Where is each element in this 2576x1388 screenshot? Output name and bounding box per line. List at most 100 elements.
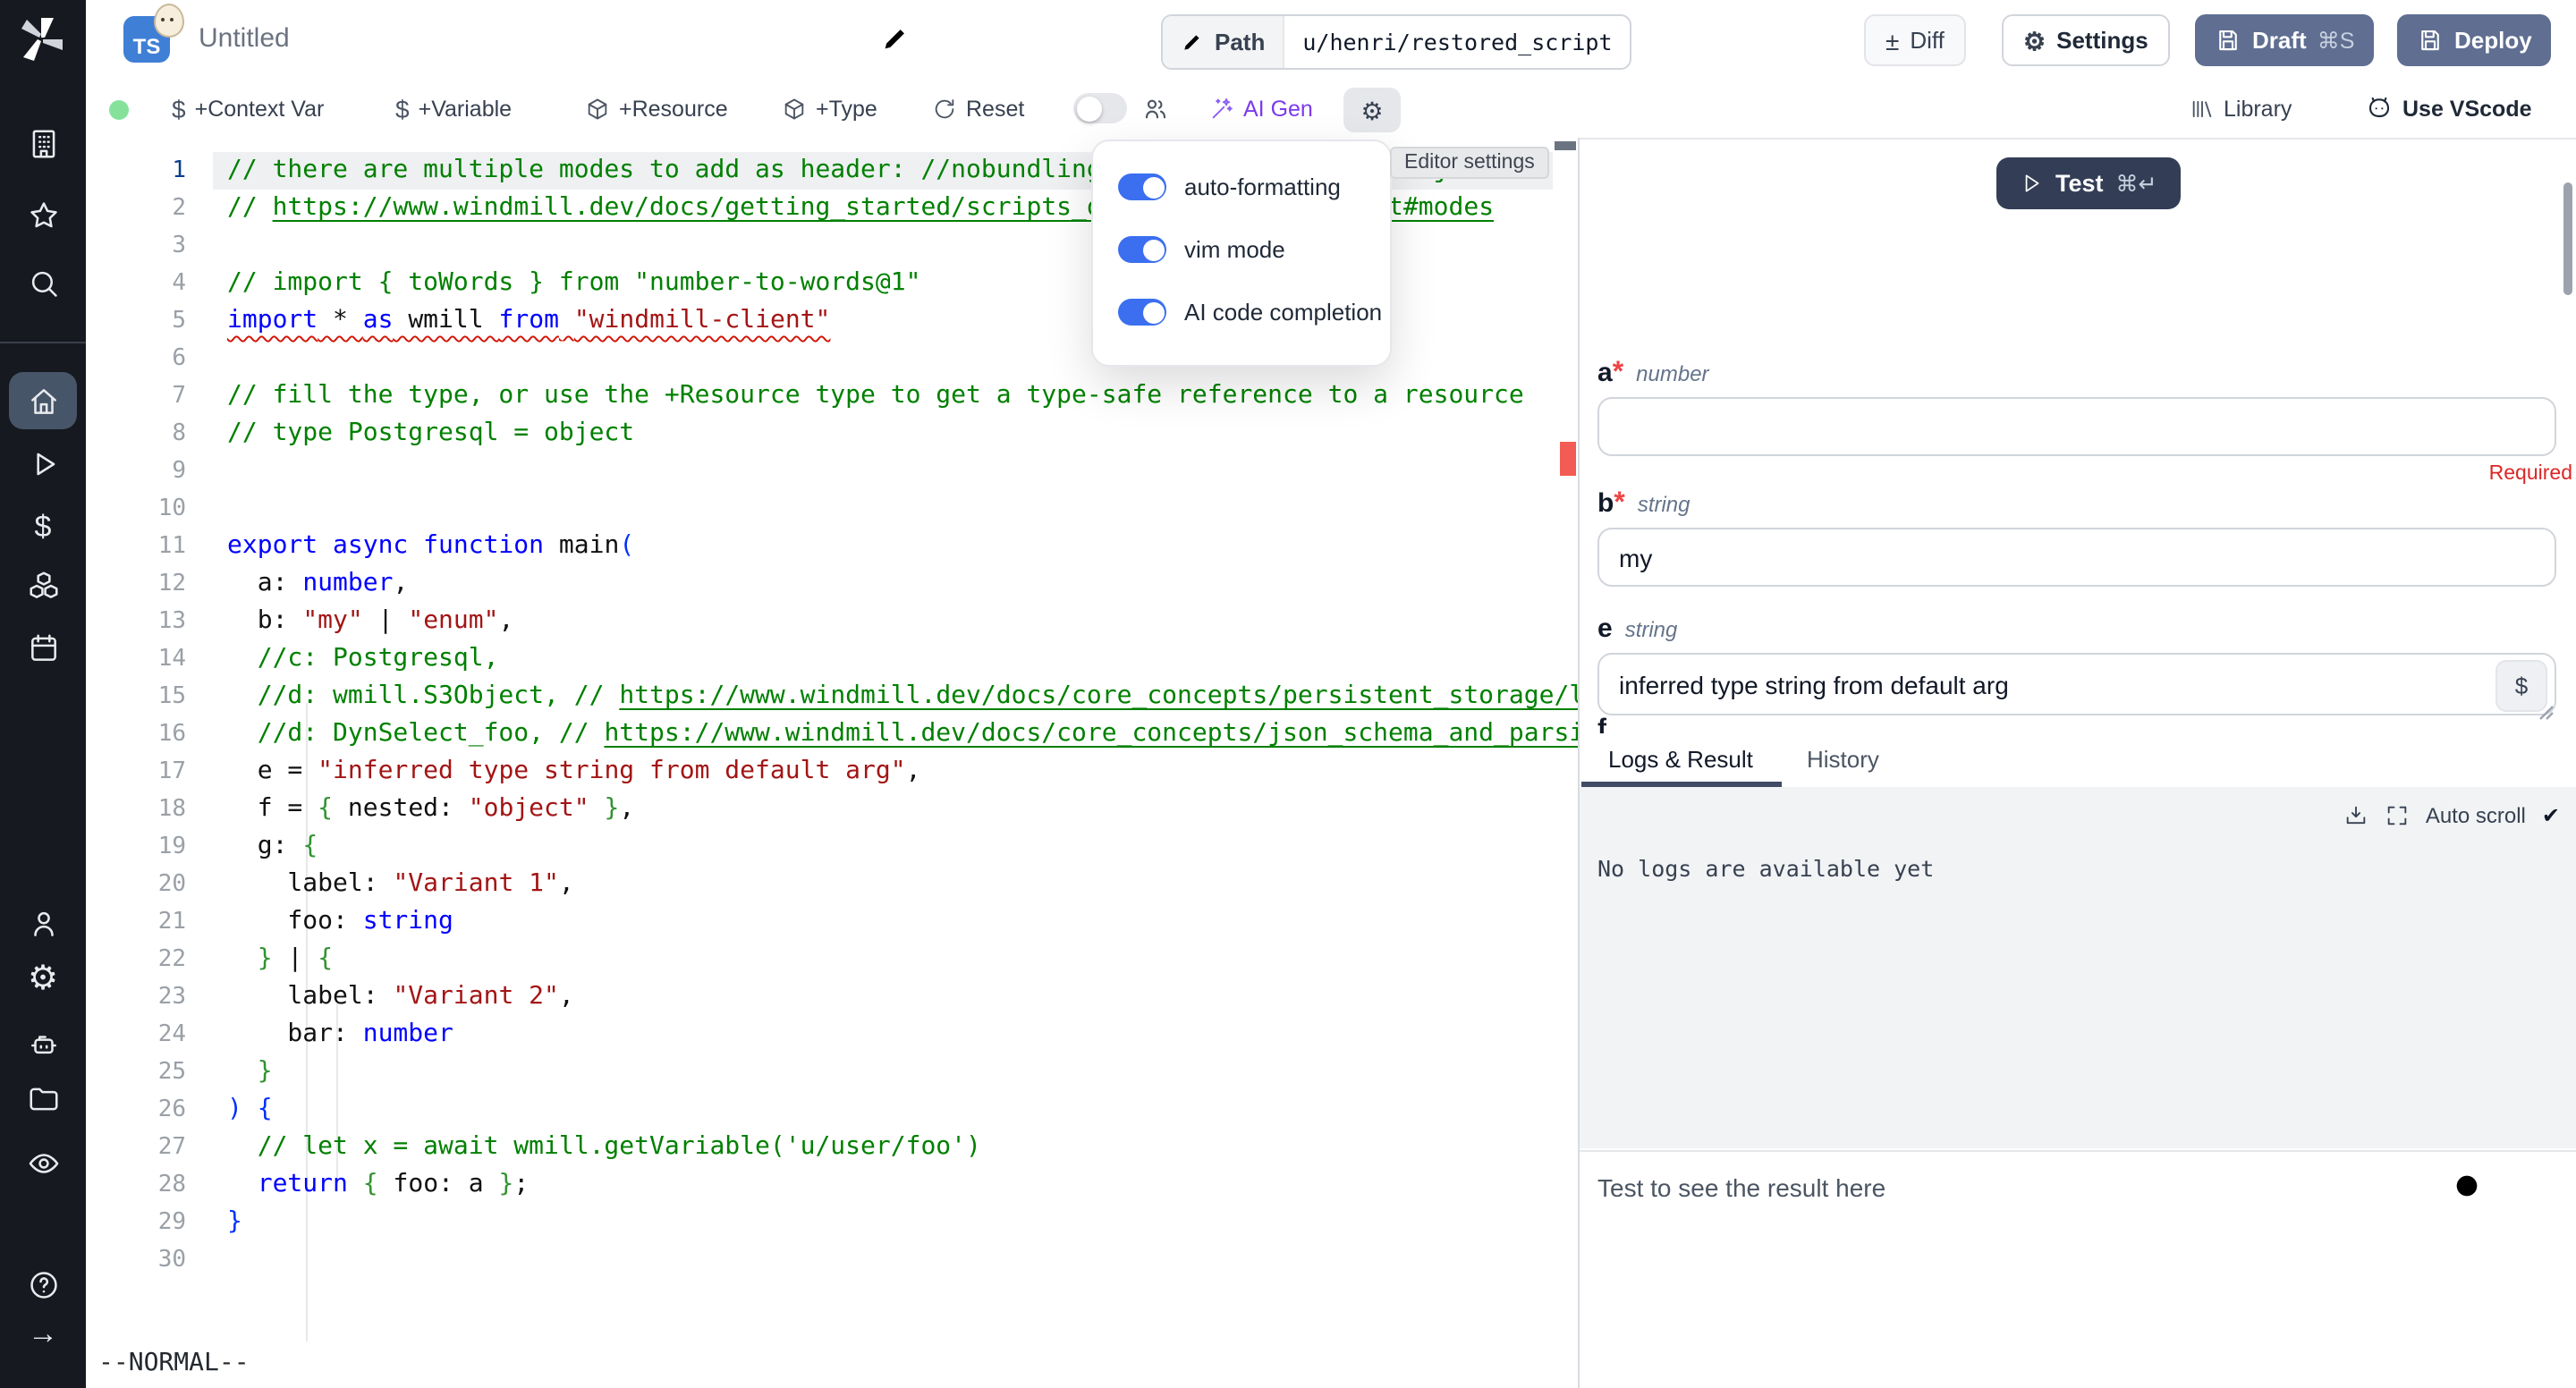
add-type-button[interactable]: +Type	[782, 79, 877, 138]
reset-button[interactable]: Reset	[932, 79, 1024, 138]
code-line[interactable]: import * as wmill from "windmill-client"	[227, 302, 830, 340]
vim-mode-toggle[interactable]	[1118, 236, 1166, 263]
calendar-icon	[26, 631, 60, 664]
code-line[interactable]: //d: DynSelect_foo, // https://www.windm…	[227, 715, 1580, 753]
b-input[interactable]	[1597, 528, 2556, 587]
test-button[interactable]: Test ⌘↵	[1996, 157, 2181, 209]
package-icon	[782, 96, 807, 121]
code-line[interactable]: }	[227, 1204, 242, 1241]
add-resource-button[interactable]: +Resource	[585, 79, 728, 138]
sidebar-item-variables[interactable]: $	[0, 501, 86, 554]
info-icon[interactable]	[2453, 1172, 2481, 1200]
code-line[interactable]: return { foo: a };	[227, 1166, 529, 1204]
sidebar-item-workspace[interactable]	[0, 116, 86, 170]
code-line[interactable]: ) {	[227, 1091, 273, 1129]
line-number: 18	[86, 791, 186, 828]
add-variable-button[interactable]: $ +Variable	[395, 79, 512, 138]
code-line[interactable]: g: {	[227, 828, 318, 866]
dollar-icon: $	[395, 94, 410, 123]
tab-history[interactable]: History	[1807, 733, 1879, 785]
auto-formatting-toggle[interactable]	[1118, 174, 1166, 200]
dollar-icon: $	[35, 510, 52, 546]
sidebar-item-runs[interactable]	[0, 436, 86, 490]
check-icon[interactable]: ✔	[2542, 803, 2560, 828]
a-input[interactable]	[1597, 397, 2556, 456]
script-title[interactable]: Untitled	[199, 23, 290, 54]
save-icon	[2215, 27, 2241, 54]
ai-gen-button[interactable]: AI Gen	[1209, 79, 1313, 138]
AI-code-completion-toggle[interactable]	[1118, 299, 1166, 326]
dollar-icon: $	[172, 94, 186, 123]
sidebar-item-home[interactable]	[0, 374, 86, 427]
toggle-label: vim mode	[1184, 236, 1285, 263]
code-line[interactable]: //c: Postgresql,	[227, 640, 498, 678]
deploy-button[interactable]: Deploy	[2397, 14, 2552, 66]
sidebar-item-users[interactable]	[0, 896, 86, 950]
sidebar-item-schedules[interactable]	[0, 621, 86, 674]
sidebar-item-workers[interactable]	[0, 1018, 86, 1071]
tab-logs-result[interactable]: Logs & Result	[1608, 733, 1753, 785]
home-icon	[26, 384, 60, 418]
arrow-right-icon: →	[28, 1316, 58, 1352]
code-line[interactable]: label: "Variant 1",	[227, 866, 574, 903]
code-line[interactable]: foo: string	[227, 903, 453, 941]
editor-scrollbar-thumb[interactable]	[1555, 141, 1576, 150]
line-number: 16	[86, 715, 186, 753]
settings-button[interactable]: ⚙ Settings	[2002, 14, 2170, 66]
code-line[interactable]: export async function main(	[227, 528, 634, 565]
line-number: 11	[86, 528, 186, 565]
sidebar-item-folders[interactable]	[0, 1071, 86, 1125]
line-number: 12	[86, 565, 186, 603]
sidebar-item-search[interactable]	[0, 256, 86, 309]
code-line[interactable]: // import { toWords } from "number-to-wo…	[227, 265, 920, 302]
draft-button[interactable]: Draft ⌘S	[2195, 14, 2374, 66]
collab-toggle[interactable]	[1073, 93, 1127, 123]
code-line[interactable]: a: number,	[227, 565, 408, 603]
code-line[interactable]: // let x = await wmill.getVariable('u/us…	[227, 1129, 981, 1166]
code-line[interactable]: label: "Variant 2",	[227, 978, 574, 1016]
code-line[interactable]: b: "my" | "enum",	[227, 603, 513, 640]
sidebar: $ ⚙ →	[0, 0, 86, 1388]
code-line[interactable]: // type Postgresql = object	[227, 415, 634, 453]
star-icon	[26, 198, 60, 232]
path-widget[interactable]: Path u/henri/restored_script	[1161, 14, 1631, 70]
use-vscode-button[interactable]: Use VScode	[2365, 79, 2532, 138]
form-scrollbar-thumb[interactable]	[2563, 182, 2572, 295]
line-number: 5	[86, 302, 186, 340]
line-number: 8	[86, 415, 186, 453]
code-line[interactable]: } | {	[227, 941, 333, 978]
line-number: 27	[86, 1129, 186, 1166]
code-line[interactable]: f = { nested: "object" },	[227, 791, 634, 828]
field-label-a: a*number	[1597, 358, 2556, 390]
expand-icon[interactable]	[2385, 803, 2410, 828]
add-context-var-button[interactable]: $ +Context Var	[172, 79, 324, 138]
library-icon	[2190, 96, 2215, 121]
refresh-icon	[932, 96, 957, 121]
sidebar-item-audit-logs[interactable]	[0, 1136, 86, 1189]
code-line[interactable]: //d: wmill.S3Object, // https://www.wind…	[227, 678, 1580, 715]
sidebar-item-help[interactable]	[0, 1257, 86, 1311]
sidebar-item-favorites[interactable]	[0, 188, 86, 241]
toggle-label: AI code completion	[1184, 299, 1382, 326]
code-line[interactable]: bar: number	[227, 1016, 453, 1054]
sidebar-expand-button[interactable]: →	[0, 1308, 86, 1361]
download-icon[interactable]	[2343, 803, 2368, 828]
e-input[interactable]	[1597, 653, 2556, 715]
line-number: 22	[86, 941, 186, 978]
collab-users-icon[interactable]	[1141, 79, 1170, 138]
diff-button[interactable]: ± Diff	[1864, 14, 1966, 66]
path-value[interactable]: u/henri/restored_script	[1284, 16, 1630, 68]
building-icon	[26, 126, 60, 160]
code-line[interactable]: e = "inferred type string from default a…	[227, 753, 921, 791]
line-number: 17	[86, 753, 186, 791]
sidebar-item-resources[interactable]	[0, 558, 86, 612]
editor-settings-button[interactable]: ⚙	[1343, 88, 1401, 132]
code-line[interactable]: }	[227, 1054, 273, 1091]
edit-summary-pencil-icon[interactable]	[880, 23, 911, 54]
field-input-wrap	[1597, 397, 2556, 456]
windmill-logo-icon[interactable]	[18, 14, 68, 64]
sidebar-item-settings[interactable]: ⚙	[0, 952, 86, 1005]
editor-settings-tooltip: Editor settings	[1390, 147, 1549, 179]
code-line[interactable]: // fill the type, or use the +Resource t…	[227, 377, 1524, 415]
library-button[interactable]: Library	[2190, 79, 2292, 138]
